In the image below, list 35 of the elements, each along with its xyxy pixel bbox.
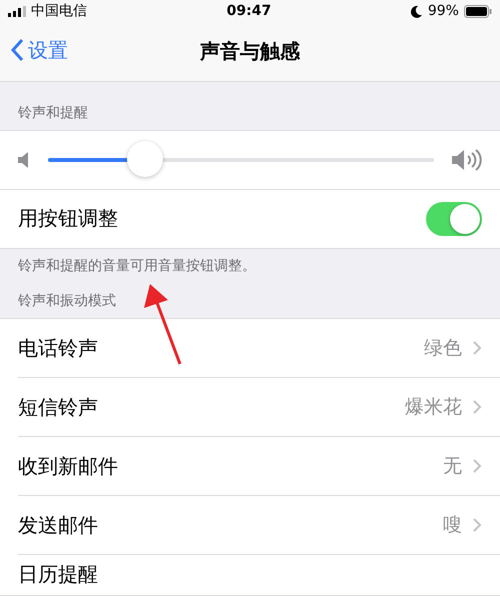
setting-label: 短信铃声 — [18, 394, 99, 420]
chevron-icon — [472, 340, 482, 356]
chevron-icon — [472, 458, 482, 474]
status-time: 09:47 — [226, 3, 272, 19]
slider-thumb[interactable] — [126, 140, 162, 177]
section-header: 铃声和提醒 — [17, 104, 89, 123]
setting-label: 日历提醒 — [18, 561, 99, 588]
setting-label: 用按钮调整 — [18, 205, 119, 232]
battery-icon — [464, 4, 492, 18]
chevron-icon — [472, 517, 482, 533]
setting-value: 无 — [443, 454, 462, 479]
section-footer: 铃声和提醒的音量可用音量按钮调整。 — [0, 248, 500, 291]
setting-value: 爆米花 — [405, 395, 462, 420]
setting-value: 绿色 — [424, 336, 462, 361]
back-chevron-icon — [10, 38, 24, 62]
signal-icon — [8, 6, 26, 16]
moon-icon — [410, 4, 423, 18]
back-button[interactable]: 设置 — [0, 36, 68, 64]
settings-row[interactable]: 短信铃声 爆米花 — [18, 378, 500, 437]
carrier-name: 中国电信 — [31, 2, 87, 20]
setting-value: 嗖 — [443, 513, 462, 538]
chevron-icon — [472, 399, 482, 415]
section-header: 铃声和振动模式 — [17, 292, 117, 311]
setting-label: 收到新邮件 — [18, 452, 119, 480]
settings-row[interactable]: 收到新邮件 无 — [18, 437, 500, 496]
settings-row[interactable]: 发送邮件 嗖 — [18, 496, 500, 555]
speaker-low-icon — [18, 152, 30, 168]
page-title: 声音与触感 — [200, 38, 300, 65]
toggle-switch[interactable] — [426, 202, 482, 236]
setting-label: 电话铃声 — [18, 334, 99, 362]
settings-row[interactable]: 电话铃声 绿色 — [18, 319, 500, 378]
settings-row[interactable]: 日历提醒 — [18, 555, 500, 595]
setting-label: 发送邮件 — [18, 512, 99, 538]
battery-percent: 99% — [428, 3, 459, 19]
speaker-loud-icon — [452, 148, 482, 172]
